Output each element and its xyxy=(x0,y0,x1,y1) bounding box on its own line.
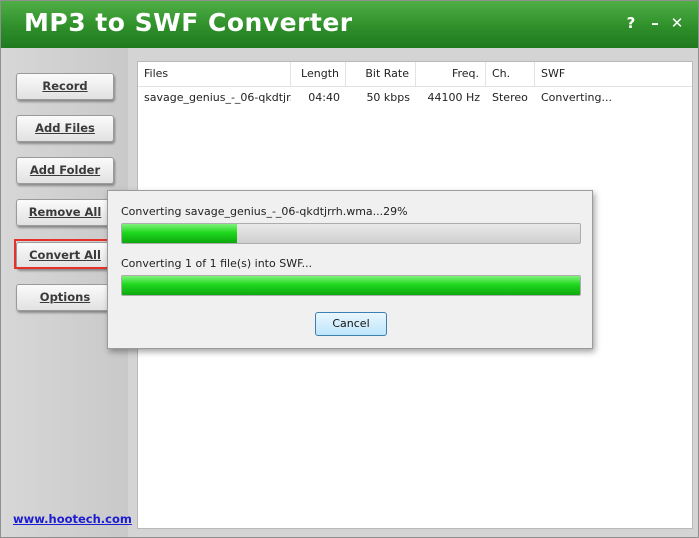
cancel-button[interactable]: Cancel xyxy=(315,312,387,336)
add-files-button-label: Add Files xyxy=(35,121,95,135)
file-progress-fill xyxy=(122,224,237,243)
add-folder-button[interactable]: Add Folder xyxy=(16,157,114,184)
convert-all-highlight xyxy=(14,239,121,269)
column-header-files[interactable]: Files xyxy=(138,62,291,86)
overall-progress-fill xyxy=(122,276,580,295)
record-button-label: Record xyxy=(42,79,88,93)
overall-status: Converting 1 of 1 file(s) into SWF... xyxy=(121,257,313,270)
column-header-ch[interactable]: Ch. xyxy=(486,62,535,86)
overall-progress-bar xyxy=(121,275,581,296)
help-button[interactable]: ? xyxy=(622,13,640,33)
cell-freq: 44100 Hz xyxy=(427,91,480,104)
website-link[interactable]: www.hootech.com xyxy=(13,512,132,526)
options-button[interactable]: Options xyxy=(16,284,114,311)
column-header-length[interactable]: Length xyxy=(291,62,346,86)
add-files-button[interactable]: Add Files xyxy=(16,115,114,142)
file-progress-bar xyxy=(121,223,581,244)
options-button-label: Options xyxy=(39,290,91,304)
cell-bitrate: 50 kbps xyxy=(366,91,410,104)
remove-all-button-label: Remove All xyxy=(28,205,102,219)
remove-all-button[interactable]: Remove All xyxy=(16,199,114,226)
column-header-freq[interactable]: Freq. xyxy=(416,62,486,86)
minimize-button[interactable]: – xyxy=(646,13,664,33)
app-title: MP3 to SWF Converter xyxy=(24,8,353,37)
add-folder-button-label: Add Folder xyxy=(29,163,101,177)
close-button[interactable]: ✕ xyxy=(668,13,686,33)
column-header-bitrate[interactable]: Bit Rate xyxy=(346,62,416,86)
cell-ch: Stereo xyxy=(492,91,528,104)
conversion-progress-dialog: Converting savage_genius_-_06-qkdtjrrh.w… xyxy=(107,190,593,349)
cell-swf: Converting... xyxy=(541,91,612,104)
record-button[interactable]: Record xyxy=(16,73,114,100)
title-bar[interactable]: MP3 to SWF Converter ? – ✕ xyxy=(1,1,698,48)
column-header-swf[interactable]: SWF xyxy=(535,62,692,86)
cell-length: 04:40 xyxy=(308,91,340,104)
cell-file: savage_genius_-_06-qkdtjr... xyxy=(144,91,291,104)
current-file-status: Converting savage_genius_-_06-qkdtjrrh.w… xyxy=(121,205,408,218)
file-list-header: Files Length Bit Rate Freq. Ch. SWF xyxy=(138,62,692,87)
app-window: MP3 to SWF Converter ? – ✕ Record Add Fi… xyxy=(0,0,699,538)
